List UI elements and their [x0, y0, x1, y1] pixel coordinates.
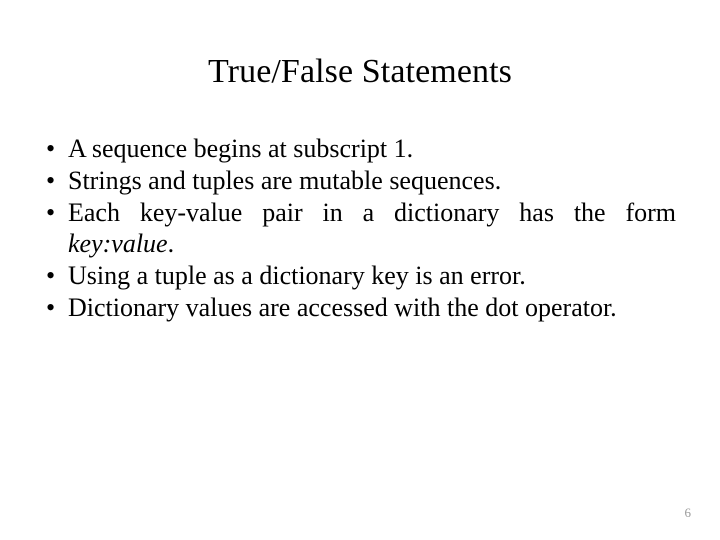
page-number: 6 — [684, 505, 692, 520]
bullet-list: • A sequence begins at subscript 1. • St… — [36, 133, 676, 324]
list-item-text-plain: Dictionary values are accessed with the … — [68, 293, 617, 322]
list-item: • A sequence begins at subscript 1. — [36, 133, 676, 164]
bullet-dot-icon: • — [46, 166, 56, 195]
bullet-dot-icon: • — [46, 293, 56, 322]
list-item-text-plain: Strings and tuples are mutable sequences… — [68, 166, 502, 195]
bullet-dot-icon: • — [46, 134, 56, 163]
list-item-text: A sequence begins at subscript 1. — [68, 133, 676, 164]
list-item-text: Strings and tuples are mutable sequences… — [68, 165, 676, 196]
list-item-text-plain: Each key-value pair in a dictionary has … — [68, 198, 676, 227]
list-item-text-suffix: . — [167, 229, 175, 258]
list-item-text-plain: Using a tuple as a dictionary key is an … — [68, 261, 526, 290]
slide-canvas: True/False Statements • A sequence begin… — [0, 0, 720, 540]
list-item-text: Using a tuple as a dictionary key is an … — [68, 260, 676, 291]
list-item-text-emphasis: key:value — [68, 229, 168, 258]
list-item: • Each key-value pair in a dictionary ha… — [36, 197, 676, 259]
bullet-dot-icon: • — [46, 198, 56, 227]
list-item: • Dictionary values are accessed with th… — [36, 292, 676, 323]
list-item-text: Dictionary values are accessed with the … — [68, 292, 676, 323]
page-title: True/False Statements — [208, 53, 512, 90]
bullet-dot-icon: • — [46, 261, 56, 290]
list-item-text: Each key-value pair in a dictionary has … — [68, 197, 676, 259]
list-item: • Using a tuple as a dictionary key is a… — [36, 260, 676, 291]
list-item-text-plain: A sequence begins at subscript 1. — [68, 134, 414, 163]
list-item: • Strings and tuples are mutable sequenc… — [36, 165, 676, 196]
